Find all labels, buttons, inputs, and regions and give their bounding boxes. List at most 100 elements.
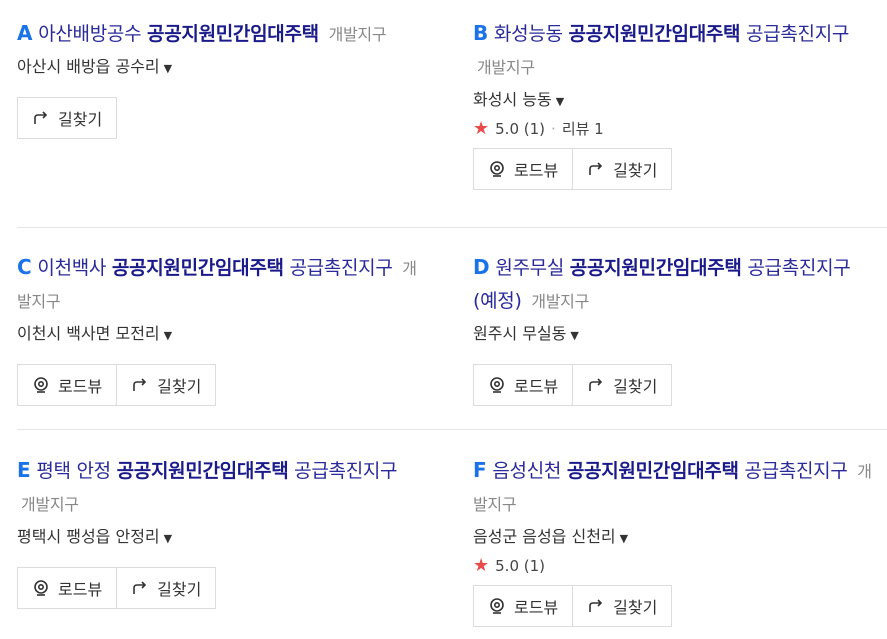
roadview-label: 로드뷰 (58, 580, 103, 599)
address[interactable]: 평택시 팽성읍 안정리 ▼ (17, 525, 417, 551)
address-text: 평택시 팽성읍 안정리 (17, 527, 160, 546)
title-highlight: 공공지원민간임대주택 (111, 257, 284, 279)
row-divider (17, 429, 887, 430)
address[interactable]: 음성군 음성읍 신천리 ▼ (473, 525, 873, 551)
caret-down-icon: ▼ (163, 329, 173, 342)
rating-count: (1) (523, 557, 546, 575)
marker-letter: A (17, 21, 33, 45)
address[interactable]: 원주시 무실동 ▼ (473, 322, 873, 348)
directions-label: 길찾기 (157, 580, 202, 599)
category-label: 개발지구 (328, 25, 387, 44)
title-highlight: 공공지원민간임대주택 (147, 23, 319, 45)
address-text: 화성시 능동 (473, 90, 552, 109)
result-card-b: B 화성능동 공공지원민간임대주택 공급촉진지구 개발지구 화성시 능동 ▼ ★ 5.… (473, 17, 873, 190)
roadview-label: 로드뷰 (514, 377, 559, 396)
directions-label: 길찾기 (157, 377, 202, 396)
address[interactable]: 이천시 백사면 모전리 ▼ (17, 322, 417, 348)
caret-down-icon: ▼ (163, 532, 173, 545)
result-title[interactable]: D 원주무실 공공지원민간임대주택 공급촉진지구 (예정) 개발지구 (473, 251, 873, 318)
rating-value: 5.0 (495, 120, 519, 138)
result-title[interactable]: A 아산배방공수 공공지원민간임대주택 개발지구 (17, 17, 417, 51)
rating-row: ★ 5.0 (1) · 리뷰 1 (473, 118, 873, 140)
turn-arrow-icon (587, 161, 605, 177)
turn-arrow-icon (131, 580, 149, 596)
directions-button[interactable]: 길찾기 (573, 364, 673, 406)
caret-down-icon: ▼ (163, 62, 173, 75)
rating-count: (1) (523, 120, 546, 138)
roadview-pin-icon (32, 579, 50, 597)
result-card-c: C 이천백사 공공지원민간임대주택 공급촉진지구 개발지구 이천시 백사면 모전리… (17, 251, 417, 406)
title-highlight: 공공지원민간임대주택 (569, 257, 742, 279)
caret-down-icon: ▼ (555, 95, 565, 108)
title-prefix: 화성능동 (493, 23, 563, 45)
turn-arrow-icon (587, 377, 605, 393)
roadview-label: 로드뷰 (514, 161, 559, 180)
directions-label: 길찾기 (613, 377, 658, 396)
address-text: 이천시 백사면 모전리 (17, 324, 160, 343)
turn-arrow-icon (32, 110, 50, 126)
roadview-label: 로드뷰 (58, 377, 103, 396)
directions-button[interactable]: 길찾기 (117, 364, 217, 406)
row-divider (17, 227, 887, 228)
caret-down-icon: ▼ (619, 532, 629, 545)
roadview-button[interactable]: 로드뷰 (17, 364, 118, 406)
title-suffix: 공급촉진지구 (289, 257, 393, 279)
roadview-button[interactable]: 로드뷰 (473, 148, 574, 190)
result-card-d: D 원주무실 공공지원민간임대주택 공급촉진지구 (예정) 개발지구 원주시 무실… (473, 251, 873, 406)
marker-letter: D (473, 255, 490, 279)
directions-label: 길찾기 (58, 110, 103, 129)
star-icon: ★ (473, 118, 490, 139)
address-text: 아산시 배방읍 공수리 (17, 57, 160, 76)
marker-letter: B (473, 21, 488, 45)
turn-arrow-icon (587, 598, 605, 614)
roadview-pin-icon (488, 160, 506, 178)
rating-row: ★ 5.0 (1) (473, 555, 873, 577)
title-suffix: 공급촉진지구 (744, 460, 848, 482)
roadview-button[interactable]: 로드뷰 (473, 585, 574, 627)
title-prefix: 아산배방공수 (38, 23, 142, 45)
result-card-a: A 아산배방공수 공공지원민간임대주택 개발지구 아산시 배방읍 공수리 ▼ 길찾기 (17, 17, 417, 139)
review-count[interactable]: 리뷰 1 (562, 120, 604, 138)
category-label: 개발지구 (531, 292, 590, 311)
roadview-label: 로드뷰 (514, 598, 559, 617)
result-card-f: F 음성신천 공공지원민간임대주택 공급촉진지구 개발지구 음성군 음성읍 신천리… (473, 454, 873, 627)
roadview-pin-icon (488, 376, 506, 394)
marker-letter: F (473, 458, 487, 482)
address-text: 음성군 음성읍 신천리 (473, 527, 616, 546)
marker-letter: E (17, 458, 31, 482)
directions-button[interactable]: 길찾기 (573, 148, 673, 190)
title-suffix: 공급촉진지구 (294, 460, 398, 482)
title-prefix: 평택 안정 (36, 460, 111, 482)
result-title[interactable]: E 평택 안정 공공지원민간임대주택 공급촉진지구 개발지구 (17, 454, 417, 521)
result-title[interactable]: C 이천백사 공공지원민간임대주택 공급촉진지구 개발지구 (17, 251, 417, 318)
title-prefix: 원주무실 (495, 257, 565, 279)
title-highlight: 공공지원민간임대주택 (116, 460, 289, 482)
address[interactable]: 아산시 배방읍 공수리 ▼ (17, 55, 417, 81)
roadview-pin-icon (32, 376, 50, 394)
title-prefix: 음성신천 (492, 460, 562, 482)
result-title[interactable]: F 음성신천 공공지원민간임대주택 공급촉진지구 개발지구 (473, 454, 873, 521)
category-label: 개발지구 (21, 495, 79, 514)
marker-letter: C (17, 255, 32, 279)
directions-button[interactable]: 길찾기 (573, 585, 673, 627)
title-highlight: 공공지원민간임대주택 (568, 23, 741, 45)
address[interactable]: 화성시 능동 ▼ (473, 88, 873, 114)
rating-value: 5.0 (495, 557, 519, 575)
caret-down-icon: ▼ (570, 329, 579, 342)
title-suffix: 공급촉진지구 (746, 23, 850, 45)
directions-label: 길찾기 (613, 598, 658, 617)
roadview-button[interactable]: 로드뷰 (17, 567, 118, 609)
roadview-button[interactable]: 로드뷰 (473, 364, 574, 406)
directions-label: 길찾기 (613, 161, 658, 180)
title-prefix: 이천백사 (37, 257, 107, 279)
directions-button[interactable]: 길찾기 (17, 97, 118, 139)
title-highlight: 공공지원민간임대주택 (566, 460, 739, 482)
roadview-pin-icon (488, 597, 506, 615)
turn-arrow-icon (131, 377, 149, 393)
star-icon: ★ (473, 555, 490, 576)
result-card-e: E 평택 안정 공공지원민간임대주택 공급촉진지구 개발지구 평택시 팽성읍 안정… (17, 454, 417, 609)
directions-button[interactable]: 길찾기 (117, 567, 217, 609)
separator-dot: · (551, 120, 556, 138)
result-title[interactable]: B 화성능동 공공지원민간임대주택 공급촉진지구 개발지구 (473, 17, 873, 84)
category-label: 개발지구 (477, 58, 535, 77)
